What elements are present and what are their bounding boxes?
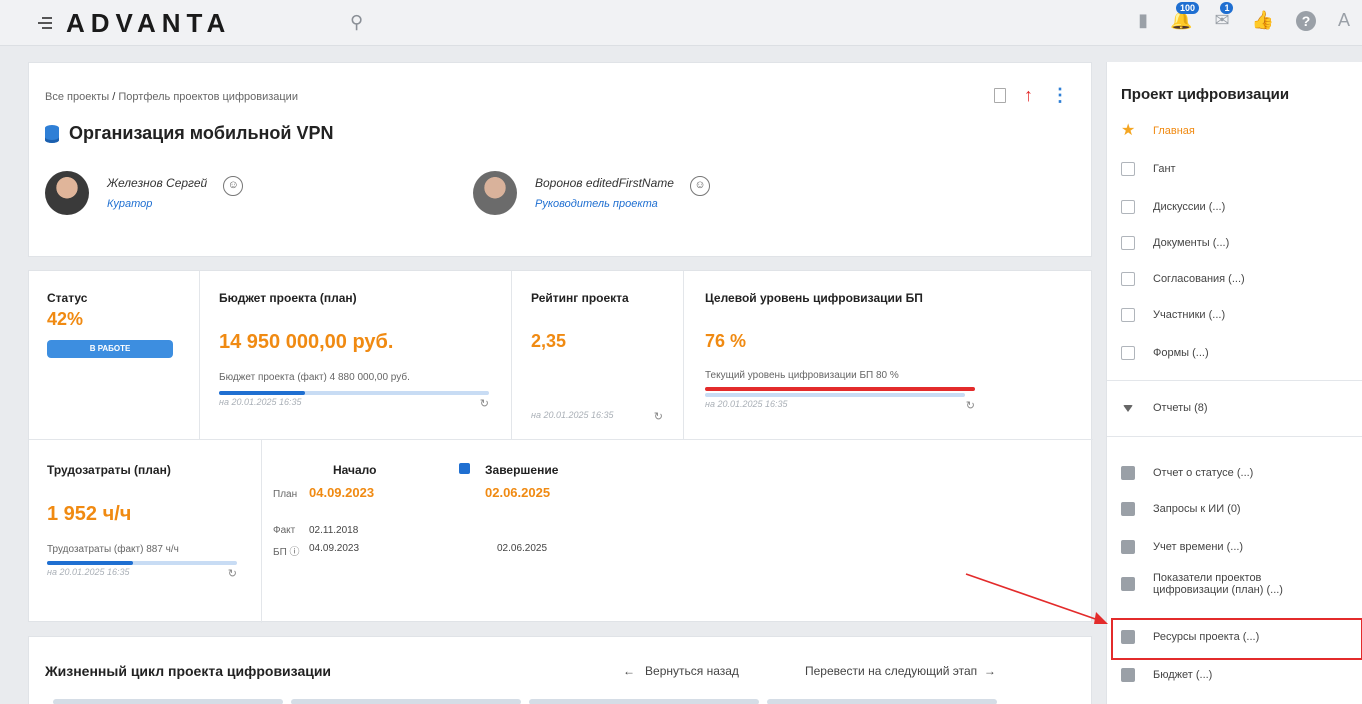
document-icon xyxy=(1121,236,1135,250)
lifecycle-stage[interactable] xyxy=(767,699,997,704)
sidebar-item-forms[interactable]: Формы (...) xyxy=(1121,346,1209,360)
curator: Железнов Сергей Куратор ☺ xyxy=(45,171,244,215)
avatar xyxy=(473,171,517,215)
rating-value: 2,35 xyxy=(531,331,567,351)
next-stage-button[interactable]: Перевести на следующий этап → xyxy=(805,664,996,678)
labor-fact: Трудозатраты (факт) 887 ч/ч xyxy=(47,544,179,555)
table-icon xyxy=(1121,502,1135,516)
menu-icon[interactable] xyxy=(38,17,52,29)
metrics-card: Статус 42% В РАБОТЕ Бюджет проекта (план… xyxy=(28,270,1093,623)
manager-name[interactable]: Воронов editedFirstName xyxy=(535,176,674,190)
breadcrumb-current[interactable]: Портфель проектов цифровизации xyxy=(118,91,298,103)
project-manager: Воронов editedFirstName Руководитель про… xyxy=(473,171,710,215)
user-menu-icon[interactable]: A xyxy=(1338,10,1350,31)
lifecycle-stage[interactable] xyxy=(291,699,521,704)
thumbs-up-icon[interactable]: 👍 xyxy=(1252,10,1274,31)
more-options-icon[interactable]: ⋮ xyxy=(1051,85,1069,106)
lifecycle-title: Жизненный цикл проекта цифровизации xyxy=(45,663,332,679)
checklist-icon xyxy=(1121,272,1135,286)
sidebar-item-reports[interactable]: Отчеты (8) xyxy=(1121,402,1208,414)
lifecycle-stage[interactable] xyxy=(529,699,759,704)
top-bar: ADVANTA ⚲ ▮ 🔔 100 ✉ 1 👍 ? A xyxy=(0,0,1362,46)
chevron-down-icon xyxy=(1123,404,1133,412)
sidebar-item-gantt[interactable]: Гант xyxy=(1121,162,1176,176)
calendar-icon[interactable] xyxy=(459,463,470,474)
labor-progress xyxy=(47,561,237,565)
project-sidebar: Проект цифровизации ★ Главная Гант Дискус… xyxy=(1106,62,1362,704)
star-icon: ★ xyxy=(1121,122,1136,139)
digital-current: Текущий уровень цифровизации БП 80 % xyxy=(705,370,899,381)
lifecycle-stage[interactable] xyxy=(53,699,283,704)
discussions-icon xyxy=(1121,200,1135,214)
bookmark-icon[interactable]: ▮ xyxy=(1138,10,1148,31)
refresh-icon[interactable]: ↻ xyxy=(228,567,237,580)
plan-start: 04.09.2023 xyxy=(309,485,375,500)
change-user-icon[interactable]: ☺ xyxy=(689,176,710,196)
report-budget[interactable]: Бюджет (...) xyxy=(1121,668,1212,682)
labor-value: 1 952 ч/ч xyxy=(47,503,132,525)
change-user-icon[interactable]: ☺ xyxy=(223,176,244,196)
budget-fact: Бюджет проекта (факт) 4 880 000,00 руб. xyxy=(219,372,410,383)
refresh-icon[interactable]: ↻ xyxy=(480,397,489,410)
digital-target-value: 76 % xyxy=(705,331,747,351)
arrow-up-icon[interactable]: ↑ xyxy=(1024,85,1033,106)
info-icon[interactable]: ⓘ xyxy=(290,547,300,558)
rating-cell: Рейтинг проекта 2,35 на 20.01.2025 16:35… xyxy=(531,291,663,423)
forms-icon xyxy=(1121,346,1135,360)
sidebar-item-documents[interactable]: Документы (...) xyxy=(1121,236,1229,250)
report-status[interactable]: Отчет о статусе (...) xyxy=(1121,466,1253,480)
page-title: Организация мобильной VPN xyxy=(69,123,334,143)
budget-cell: Бюджет проекта (план) 14 950 000,00 руб.… xyxy=(219,291,489,410)
sidebar-title: Проект цифровизации xyxy=(1121,86,1290,103)
search-icon[interactable]: ⚲ xyxy=(350,12,363,33)
labor-cell: Трудозатраты (план) 1 952 ч/ч Трудозатра… xyxy=(47,463,243,580)
sidebar-item-discussions[interactable]: Дискуссии (...) xyxy=(1121,200,1225,214)
breadcrumb: Все проекты / Портфель проектов цифровиз… xyxy=(45,91,298,103)
report-digital-indicators[interactable]: Показатели проектов цифровизации (план) (… xyxy=(1121,572,1283,596)
table-icon xyxy=(1121,466,1135,480)
messages-icon[interactable]: ✉ 1 xyxy=(1214,2,1234,31)
avatar xyxy=(45,171,89,215)
fact-start: 02.11.2018 xyxy=(309,525,359,536)
table-icon xyxy=(1121,668,1135,682)
report-ai-requests[interactable]: Запросы к ИИ (0) xyxy=(1121,502,1241,516)
report-time-tracking[interactable]: Учет времени (...) xyxy=(1121,540,1243,554)
notifications-icon[interactable]: 🔔 100 xyxy=(1170,2,1200,31)
help-icon[interactable]: ? xyxy=(1295,10,1316,31)
document-icon[interactable] xyxy=(994,88,1006,103)
sidebar-item-participants[interactable]: Участники (...) xyxy=(1121,308,1225,322)
budget-value: 14 950 000,00 руб. xyxy=(219,331,394,353)
database-icon xyxy=(45,124,59,143)
bp-start: 04.09.2023 xyxy=(309,543,360,554)
refresh-icon[interactable]: ↻ xyxy=(654,410,663,423)
curator-name[interactable]: Железнов Сергей xyxy=(107,176,207,190)
digital-underline xyxy=(705,387,975,391)
sidebar-item-main[interactable]: ★ Главная xyxy=(1121,122,1195,139)
digital-progress xyxy=(705,393,965,397)
budget-progress xyxy=(219,391,489,395)
plan-end: 02.06.2025 xyxy=(485,485,551,500)
curator-role: Куратор xyxy=(107,198,153,210)
digital-level-cell: Целевой уровень цифровизации БП 76 % Тек… xyxy=(705,291,975,412)
status-percent: 42% xyxy=(47,309,84,329)
logo[interactable]: ADVANTA xyxy=(66,8,231,39)
sidebar-item-approvals[interactable]: Согласования (...) xyxy=(1121,272,1245,286)
highlight-box xyxy=(1111,618,1362,660)
breadcrumb-root[interactable]: Все проекты xyxy=(45,91,109,103)
bp-end: 02.06.2025 xyxy=(497,543,548,554)
messages-badge: 1 xyxy=(1220,2,1234,14)
manager-role: Руководитель проекта xyxy=(535,198,658,210)
gantt-icon xyxy=(1121,162,1135,176)
table-icon xyxy=(1121,577,1135,591)
status-badge[interactable]: В РАБОТЕ xyxy=(47,340,173,358)
notifications-badge: 100 xyxy=(1176,2,1200,14)
dates-cell: Начало Завершение План 04.09.2023 02.06.… xyxy=(273,463,559,558)
table-icon xyxy=(1121,540,1135,554)
status-cell: Статус 42% В РАБОТЕ xyxy=(47,291,173,358)
refresh-icon[interactable]: ↻ xyxy=(966,399,975,412)
people-icon xyxy=(1121,308,1135,322)
lifecycle-card: Жизненный цикл проекта цифровизации ← Ве… xyxy=(28,636,1092,704)
project-header-card: Все проекты / Портфель проектов цифровиз… xyxy=(28,62,1092,257)
back-button[interactable]: ← Вернуться назад xyxy=(623,664,739,678)
